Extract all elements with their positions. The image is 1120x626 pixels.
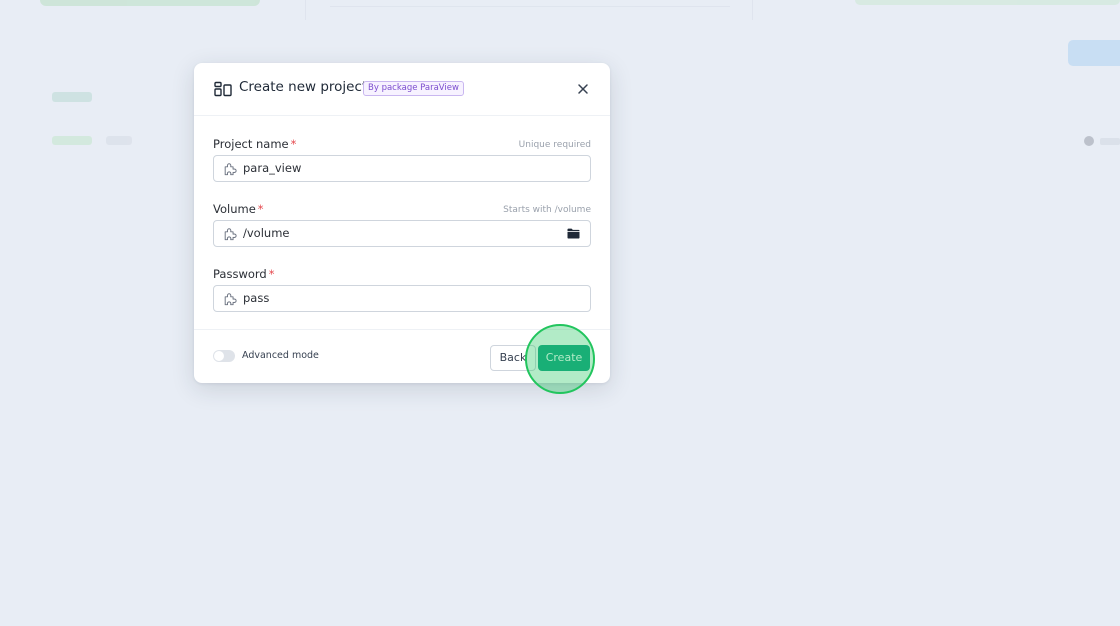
puzzle-icon xyxy=(224,228,237,241)
volume-hint: Starts with /volume xyxy=(503,205,591,215)
background-gear-icon xyxy=(1084,136,1094,146)
password-field: Password * xyxy=(213,267,591,312)
dialog-title: Create new project xyxy=(239,79,368,95)
background-divider xyxy=(752,0,753,20)
folder-icon[interactable] xyxy=(567,228,580,239)
background-progress-bar xyxy=(40,0,260,6)
volume-input[interactable] xyxy=(243,221,560,246)
volume-input-box[interactable] xyxy=(213,220,591,247)
toggle-knob xyxy=(214,351,224,361)
volume-label: Volume * Starts with /volume xyxy=(213,202,591,216)
project-layout-icon xyxy=(214,81,232,97)
password-input[interactable] xyxy=(243,286,560,311)
volume-field: Volume * Starts with /volume xyxy=(213,202,591,247)
password-input-box[interactable] xyxy=(213,285,591,312)
dialog-header: Create new project By package ParaView xyxy=(194,63,610,116)
close-icon[interactable] xyxy=(576,82,590,96)
required-mark: * xyxy=(257,202,264,216)
project-name-label: Project name * Unique required xyxy=(213,137,591,151)
package-badge: By package ParaView xyxy=(363,81,464,96)
background-column-header xyxy=(52,92,92,102)
project-name-field: Project name * Unique required xyxy=(213,137,591,182)
background-status-pill xyxy=(52,136,92,145)
create-button[interactable]: Create xyxy=(538,345,590,371)
volume-label-text: Volume xyxy=(213,202,256,216)
background-primary-button xyxy=(1068,40,1120,66)
advanced-mode-label: Advanced mode xyxy=(242,350,319,361)
screen: Create new project By package ParaView P… xyxy=(0,0,1120,626)
project-name-label-text: Project name xyxy=(213,137,289,151)
background-divider xyxy=(305,0,306,20)
background-progress-bar xyxy=(855,0,1120,5)
project-name-hint: Unique required xyxy=(518,140,591,150)
dialog-footer: Advanced mode Back Create xyxy=(194,329,610,383)
create-project-dialog: Create new project By package ParaView P… xyxy=(194,63,610,383)
project-name-input[interactable] xyxy=(243,156,560,181)
back-button[interactable]: Back xyxy=(490,345,536,371)
puzzle-icon xyxy=(224,293,237,306)
required-mark: * xyxy=(268,267,275,281)
project-name-input-box[interactable] xyxy=(213,155,591,182)
advanced-mode-toggle[interactable] xyxy=(213,350,235,362)
background-label xyxy=(1100,138,1120,145)
password-label: Password * xyxy=(213,267,591,281)
puzzle-icon xyxy=(224,163,237,176)
password-label-text: Password xyxy=(213,267,267,281)
background-status-pill xyxy=(106,136,132,145)
background-select xyxy=(330,0,730,7)
required-mark: * xyxy=(290,137,297,151)
